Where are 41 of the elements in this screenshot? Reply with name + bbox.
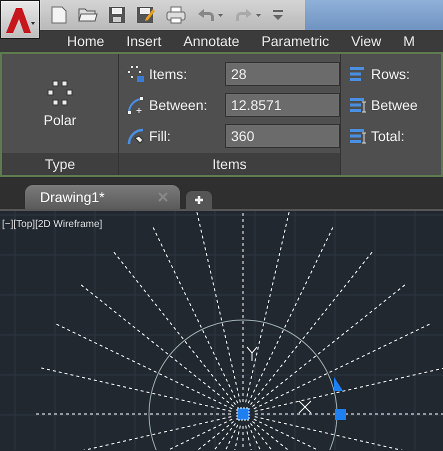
rows-icon — [349, 127, 367, 145]
input-field[interactable]: 12.8571 — [225, 93, 340, 117]
polar-array-icon — [47, 80, 73, 106]
angle-between-icon — [127, 96, 145, 114]
items-count-icon — [127, 65, 145, 83]
new-file-icon[interactable] — [50, 6, 68, 24]
polar-button[interactable]: Polar — [42, 78, 78, 130]
print-icon[interactable] — [166, 6, 186, 24]
field-label: Betwee — [371, 97, 419, 113]
panel-title: Items — [119, 153, 340, 175]
input-field[interactable]: 28 — [225, 62, 340, 86]
open-folder-icon[interactable] — [78, 6, 98, 24]
center-grip[interactable] — [236, 408, 250, 420]
ucs-x-marker — [298, 400, 312, 414]
plus-icon — [194, 195, 204, 205]
field-label: Rows: — [371, 66, 411, 82]
arrow-grip[interactable] — [334, 377, 343, 391]
ribbon-tab[interactable]: Insert — [126, 33, 162, 49]
new-tab-button[interactable] — [186, 191, 212, 209]
panel-title: Type — [2, 153, 118, 175]
customize-dropdown-icon[interactable] — [272, 8, 284, 22]
field-label: Between: — [149, 97, 208, 113]
save-as-icon[interactable] — [136, 6, 156, 24]
file-tab[interactable]: Drawing1* — [25, 185, 180, 209]
ribbon-tab[interactable]: Annotate — [183, 33, 240, 49]
input-field[interactable]: 360 — [225, 124, 340, 148]
rows-icon — [349, 96, 367, 114]
square-grip[interactable] — [335, 409, 346, 420]
rows-icon — [349, 65, 367, 83]
viewport-label[interactable]: [−][Top][2D Wireframe] — [2, 219, 102, 230]
field-label: Items: — [149, 66, 188, 82]
field-label: Total: — [371, 128, 406, 144]
fill-angle-icon — [127, 127, 145, 145]
ribbon-tab[interactable]: Home — [67, 33, 104, 49]
ribbon-tab[interactable]: Parametric — [261, 33, 330, 49]
ribbon-tab[interactable]: M — [403, 33, 415, 49]
save-icon[interactable] — [108, 6, 126, 24]
field-label: Fill: — [149, 128, 172, 144]
ucs-y-marker — [246, 346, 258, 362]
ribbon-tab[interactable]: View — [351, 33, 382, 49]
application-button[interactable] — [0, 0, 40, 39]
